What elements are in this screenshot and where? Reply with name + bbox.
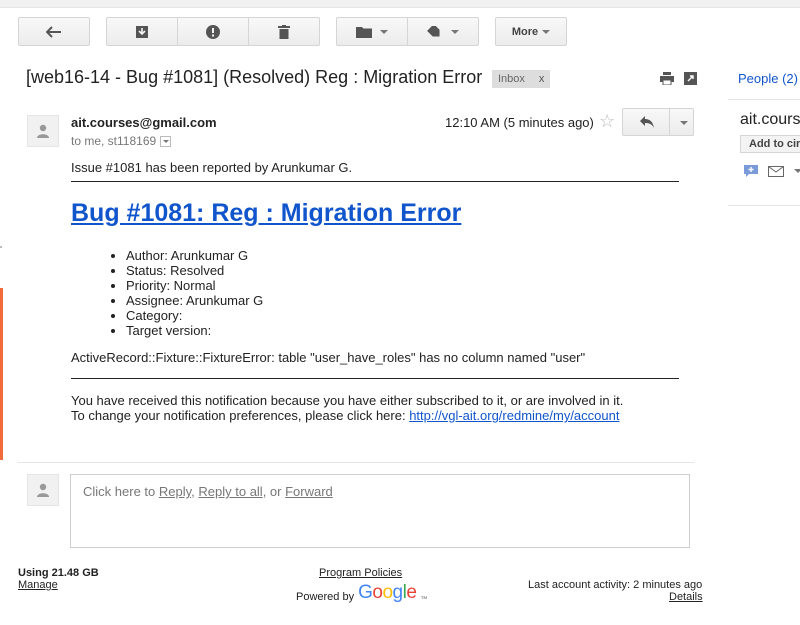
show-details-toggle[interactable]: [160, 135, 172, 147]
list-item: Category:: [126, 308, 263, 323]
list-item: Assignee: Arunkumar G: [126, 293, 263, 308]
separator-line: [71, 378, 679, 379]
google-logo: Google: [358, 582, 417, 603]
back-button[interactable]: [18, 17, 90, 46]
person-icon: [37, 483, 49, 497]
error-message: ActiveRecord::Fixture::FixtureError: tab…: [71, 350, 586, 365]
preferences-notice: To change your notification preferences,…: [71, 408, 619, 423]
back-arrow-icon: [46, 25, 61, 38]
left-accent-bar: [0, 288, 3, 460]
chat-icon[interactable]: [744, 165, 758, 177]
archive-button[interactable]: [106, 17, 178, 46]
top-bar: [0, 0, 800, 8]
delete-button[interactable]: [248, 17, 320, 46]
reply-link[interactable]: Reply: [159, 484, 191, 499]
issue-details-list: Author: Arunkumar G Status: Resolved Pri…: [106, 248, 263, 338]
list-item: Status: Resolved: [126, 263, 263, 278]
trash-icon: [278, 24, 290, 39]
people-widget-toggle[interactable]: People (2): [738, 71, 798, 86]
report-spam-button[interactable]: [177, 17, 249, 46]
contact-actions: [744, 165, 800, 177]
report-spam-icon: [206, 24, 220, 39]
storage-usage: Using 21.48 GB: [18, 567, 99, 579]
issue-intro: Issue #1081 has been reported by Arunkum…: [71, 160, 353, 175]
separator-line: [71, 181, 679, 182]
more-label: More: [511, 25, 539, 38]
new-window-icon[interactable]: [684, 72, 697, 85]
forward-link[interactable]: Forward: [285, 484, 333, 499]
chevron-down-icon: [162, 139, 169, 143]
left-edge-mark: [0, 246, 2, 248]
reply-prompt: Click here to: [83, 484, 159, 499]
print-icon[interactable]: [660, 72, 674, 85]
program-policies-link[interactable]: Program Policies: [319, 567, 402, 579]
add-to-circles-button[interactable]: Add to circles: [740, 135, 800, 153]
folder-icon: [356, 26, 372, 38]
chevron-down-icon: [542, 29, 551, 34]
right-pane-divider: [728, 99, 800, 100]
powered-by-google: Powered by Google ™: [296, 582, 428, 604]
reply-button-group: [622, 108, 694, 136]
contact-name: ait.courses: [740, 111, 800, 128]
last-account-activity: Last account activity: 2 minutes ago: [528, 579, 703, 591]
activity-details-link[interactable]: Details: [669, 591, 703, 603]
reply-icon[interactable]: [640, 116, 654, 128]
powered-by-text: Powered by: [296, 591, 355, 603]
bug-title-link[interactable]: Bug #1081: Reg : Migration Error: [71, 199, 461, 228]
email-icon[interactable]: [768, 165, 784, 177]
chevron-down-icon: [451, 29, 459, 34]
button-divider: [669, 109, 670, 135]
recipients: to me, st118169: [71, 134, 172, 148]
sender-email[interactable]: ait.courses@gmail.com: [71, 115, 217, 130]
sender-avatar: [27, 115, 59, 147]
message-time: 12:10 AM (5 minutes ago): [445, 115, 594, 130]
person-icon: [37, 124, 49, 138]
preferences-link[interactable]: http://vgl-ait.org/redmine/my/account: [409, 408, 619, 423]
label-name: Inbox: [498, 73, 525, 85]
message-divider: [18, 462, 694, 463]
notification-notice: You have received this notification beca…: [71, 393, 624, 408]
remove-label-button[interactable]: x: [539, 73, 545, 85]
more-button[interactable]: More: [495, 17, 567, 46]
manage-storage-link[interactable]: Manage: [18, 579, 58, 591]
email-subject: [web16-14 - Bug #1081] (Resolved) Reg : …: [26, 67, 483, 87]
list-item: Priority: Normal: [126, 278, 263, 293]
more-actions-dropdown[interactable]: [680, 121, 688, 125]
chevron-down-icon[interactable]: [794, 169, 800, 173]
reply-all-link[interactable]: Reply to all: [198, 484, 262, 499]
preferences-text: To change your notification preferences,…: [71, 408, 410, 423]
trademark-symbol: ™: [420, 596, 428, 603]
inbox-label-chip[interactable]: Inbox x: [492, 70, 551, 88]
labels-button[interactable]: [407, 17, 479, 46]
star-icon[interactable]: ☆: [599, 111, 615, 132]
reply-box[interactable]: Click here to Reply, Reply to all, or Fo…: [70, 474, 690, 548]
recipients-text: to me, st118169: [71, 134, 157, 148]
chevron-down-icon: [380, 29, 388, 34]
my-avatar: [27, 474, 59, 506]
move-to-button[interactable]: [336, 17, 408, 46]
reply-separator: , or: [262, 484, 286, 499]
list-item: Author: Arunkumar G: [126, 248, 263, 263]
archive-icon: [136, 25, 148, 38]
list-item: Target version:: [126, 323, 263, 338]
label-tag-icon: [427, 25, 440, 37]
right-pane-divider: [728, 205, 800, 206]
